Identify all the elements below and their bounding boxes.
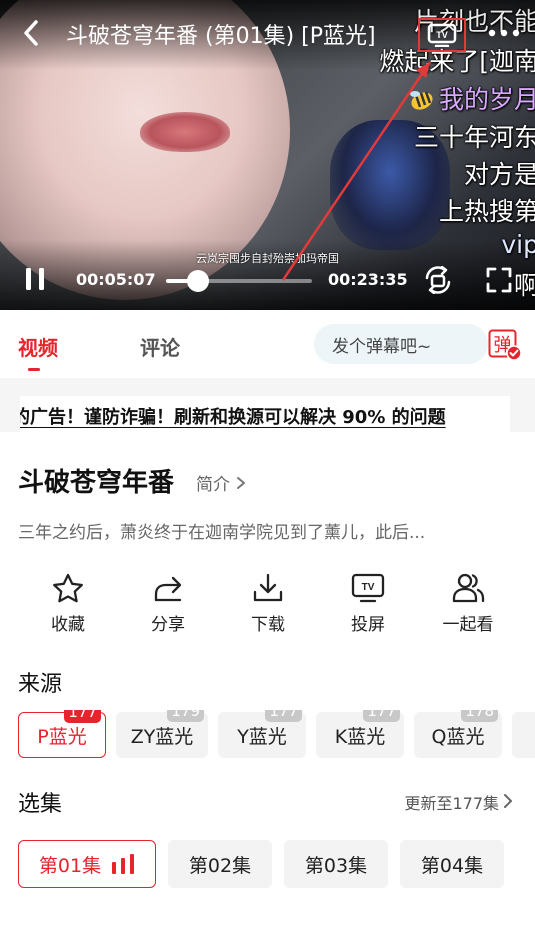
- danmaku-line: 三十年河东: [413, 123, 535, 152]
- tab-comments[interactable]: 评论: [140, 332, 180, 361]
- fullscreen-button[interactable]: [482, 263, 516, 297]
- danmaku-input[interactable]: 发个弹幕吧~: [314, 324, 488, 364]
- danmaku-line: 上热搜第: [438, 197, 535, 226]
- danmaku-text: 我的岁月: [438, 85, 535, 114]
- episodes-title: 选集: [18, 792, 63, 817]
- sources-title: 来源: [18, 672, 63, 697]
- episode-count-badge: 178: [461, 710, 498, 722]
- action-label: 一起看: [442, 615, 494, 635]
- danmaku-line: 对方是: [463, 160, 535, 189]
- source-label: ZY蓝光: [130, 725, 194, 748]
- show-title: 斗破苍穹年番: [18, 468, 175, 498]
- download-icon: [253, 573, 283, 602]
- chevron-right-icon: [237, 476, 245, 489]
- share-button[interactable]: 分享: [118, 572, 218, 635]
- episode-label: 第01集: [38, 854, 102, 877]
- now-playing-bars-icon: [112, 854, 135, 874]
- action-bar: 收藏 分享 下载 TV 投屏 一起看: [18, 572, 518, 635]
- tv-cast-icon: TV: [427, 23, 457, 47]
- star-icon: [53, 573, 83, 603]
- svg-text:TV: TV: [436, 30, 448, 40]
- source-chip-k[interactable]: K蓝光 177: [316, 710, 404, 758]
- favorite-button[interactable]: 收藏: [18, 572, 118, 635]
- fullscreen-icon: [486, 267, 512, 293]
- episode-count-badge: 179: [167, 710, 204, 722]
- download-button[interactable]: 下载: [218, 572, 318, 635]
- svg-text:TV: TV: [362, 582, 375, 593]
- source-label: Q蓝光: [431, 725, 485, 748]
- update-status-text: 更新至177集: [404, 794, 499, 813]
- back-button[interactable]: [16, 16, 46, 50]
- active-tab-indicator: [28, 368, 40, 371]
- source-label: Y蓝光: [237, 725, 287, 748]
- rotate-icon: [425, 266, 451, 294]
- episode-label: 第03集: [304, 854, 368, 877]
- source-chip-zy[interactable]: ZY蓝光 179: [116, 710, 208, 758]
- danmaku-line: 我的岁月: [407, 80, 535, 116]
- more-options-button[interactable]: [484, 16, 524, 50]
- source-list: P蓝光 177 ZY蓝光 179 Y蓝光 177 K蓝光 177 Q蓝光 178: [18, 710, 535, 760]
- tv-cast-icon: TV: [351, 573, 385, 603]
- source-chip-y[interactable]: Y蓝光 177: [218, 710, 306, 758]
- notice-marquee: 的广告！谨防诈骗！刷新和换源可以解决 90% 的问题: [20, 396, 510, 432]
- watch-together-icon: [452, 573, 485, 603]
- episode-chip[interactable]: 第01集: [18, 840, 156, 888]
- danmaku-toggle-icon[interactable]: 弹: [488, 329, 522, 361]
- cast-button[interactable]: TV: [418, 18, 466, 52]
- synopsis: 三年之约后，萧炎终于在迦南学院见到了薰儿，此后...: [18, 523, 426, 543]
- tab-video[interactable]: 视频: [18, 332, 58, 361]
- video-player[interactable]: 片刻也不能 燃起来了[迦南 我的岁月 三十年河东 对方是 上热搜第 vip 啊 …: [0, 0, 535, 310]
- current-time: 00:05:07: [76, 270, 156, 289]
- intro-link-label: 简介: [196, 475, 230, 495]
- pause-icon: [26, 268, 44, 290]
- source-chip-q[interactable]: Q蓝光 178: [414, 710, 502, 758]
- intro-link[interactable]: 简介: [196, 470, 248, 495]
- show-info-panel: 斗破苍穹年番 简介 三年之约后，萧炎终于在迦南学院见到了薰儿，此后... 收藏 …: [0, 432, 535, 934]
- episode-count-badge: 177: [363, 710, 400, 722]
- danmaku-input-placeholder: 发个弹幕吧~: [332, 336, 432, 357]
- bee-emoji-icon: [409, 91, 433, 110]
- action-label: 收藏: [51, 615, 85, 635]
- episode-count-badge: 177: [64, 710, 101, 723]
- seek-bar[interactable]: [166, 270, 312, 292]
- chevron-right-icon: [504, 794, 512, 808]
- action-label: 分享: [151, 615, 185, 635]
- episode-chip[interactable]: 第04集: [400, 840, 504, 888]
- share-icon: [154, 576, 182, 602]
- seek-thumb[interactable]: [186, 270, 209, 292]
- action-label: 下载: [251, 615, 285, 635]
- episode-chip[interactable]: 第02集: [168, 840, 272, 888]
- source-chip-p[interactable]: P蓝光 177: [18, 710, 106, 758]
- watch-together-button[interactable]: 一起看: [418, 572, 518, 635]
- rotate-screen-button[interactable]: [420, 263, 456, 297]
- episode-label: 第02集: [188, 854, 252, 877]
- source-label: K蓝光: [334, 725, 386, 748]
- episode-list: 第01集 第02集 第03集 第04集: [18, 840, 518, 890]
- pause-button[interactable]: [20, 263, 50, 295]
- episode-count-badge: 177: [265, 710, 302, 722]
- video-frame-lips: [140, 112, 230, 152]
- total-time: 00:23:35: [328, 270, 408, 289]
- danmaku-line: 啊: [513, 271, 535, 300]
- source-label: P蓝光: [37, 725, 87, 748]
- cast-to-tv-button[interactable]: TV 投屏: [318, 572, 418, 635]
- chevron-left-icon: [24, 20, 38, 46]
- update-status-link[interactable]: 更新至177集: [404, 790, 499, 814]
- video-title: 斗破苍穹年番 (第01集) [P蓝光]: [66, 24, 376, 49]
- source-chip-more[interactable]: [512, 712, 535, 758]
- action-label: 投屏: [351, 615, 385, 635]
- episode-chip[interactable]: 第03集: [284, 840, 388, 888]
- more-dots-icon: [488, 29, 520, 37]
- notice-text: 的广告！谨防诈骗！刷新和换源可以解决 90% 的问题: [20, 407, 446, 428]
- episode-label: 第04集: [420, 854, 484, 877]
- tab-bar: 视频 评论 发个弹幕吧~ 弹: [0, 310, 535, 378]
